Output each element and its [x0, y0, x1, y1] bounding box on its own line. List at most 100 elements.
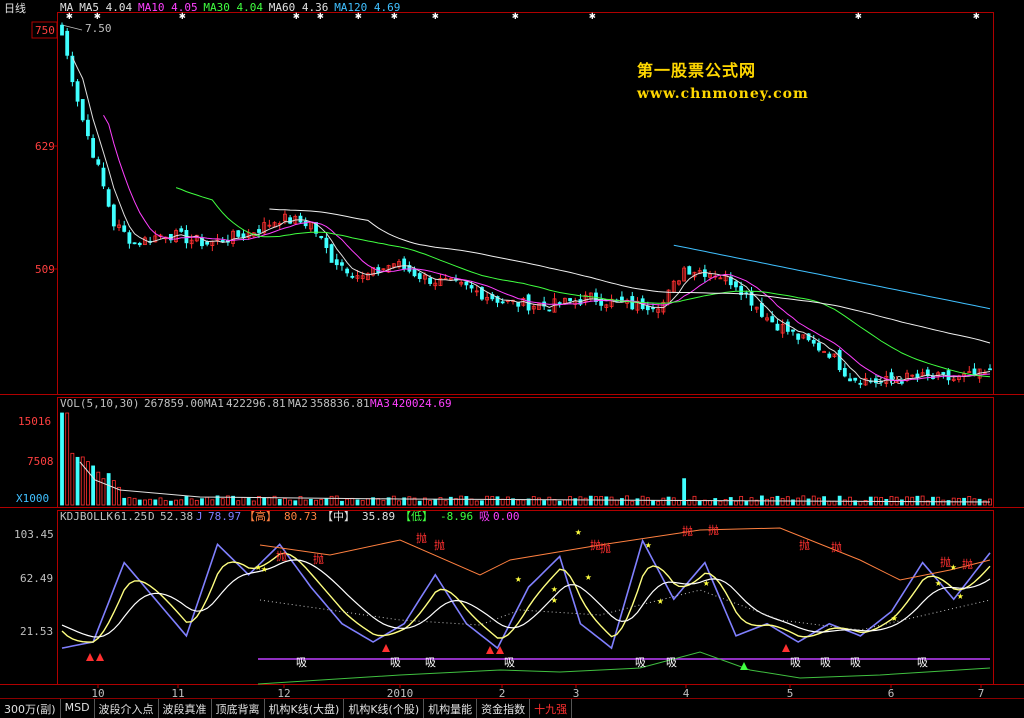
buy-triangle-mark: [86, 653, 94, 661]
kdj-d: 52.38: [160, 510, 193, 523]
pao-mark: 抛: [434, 538, 445, 552]
price-tick-750: 750: [35, 24, 55, 37]
tab-msd[interactable]: MSD: [61, 699, 95, 718]
vol-ma3-label: MA3: [370, 397, 390, 410]
price-tick-629: 629: [35, 140, 55, 153]
kdj-y-axis: 103.45 62.49 21.53: [14, 528, 54, 638]
volume-bar: [889, 496, 894, 506]
vol-tick-mid: 7508: [27, 455, 54, 468]
kdj-d-label: D: [148, 510, 155, 523]
candle-body: [334, 259, 339, 266]
volume-bar: [448, 496, 453, 506]
candle-body: [137, 242, 142, 246]
volume-bar: [241, 497, 246, 506]
ma-legend-item: MA30 4.04: [203, 1, 263, 14]
tab-band-entry[interactable]: 波段介入点: [95, 699, 159, 718]
volume-bar: [70, 452, 75, 506]
volume-bar: [728, 497, 733, 506]
volume-bar: [163, 500, 168, 506]
volume-bar: [345, 498, 350, 506]
candle-body: [86, 119, 90, 137]
high-note: 7.50: [85, 22, 112, 35]
volume-bar: [365, 498, 370, 506]
candle-body: [298, 215, 303, 223]
volume-bar: [397, 500, 401, 506]
candle-body: [122, 225, 127, 232]
volume-bar: [537, 497, 541, 506]
info-mine-icon[interactable]: ✱: [94, 9, 101, 22]
info-mine-icon[interactable]: ✱: [855, 9, 862, 22]
volume-bar: [194, 499, 199, 506]
tab-nineteen-strong[interactable]: 十九强: [530, 699, 573, 718]
candle-body: [874, 378, 878, 384]
info-mine-icon[interactable]: ✱: [179, 9, 186, 22]
volume-bar: [666, 496, 671, 506]
candle-body: [842, 368, 847, 377]
info-mine-icon[interactable]: ✱: [512, 9, 519, 22]
info-mine-icon[interactable]: ✱: [589, 9, 596, 22]
tab-inst-k-market[interactable]: 机构K线(大盘): [265, 699, 345, 718]
volume-bar: [734, 500, 738, 506]
kdj-mid-band: [259, 589, 991, 631]
candle-body: [848, 378, 852, 382]
tab-inst-volume[interactable]: 机构量能: [424, 699, 478, 718]
candle-body: [516, 301, 521, 307]
volume-bar: [931, 496, 935, 506]
xi-mark: 吸: [390, 656, 401, 669]
tab-band-accurate[interactable]: 波段真准: [159, 699, 212, 718]
candle-body: [915, 373, 920, 378]
buy-star-mark: ★: [585, 570, 592, 583]
info-mine-icon[interactable]: ✱: [391, 9, 398, 22]
volume-bar: [718, 500, 723, 506]
volume-bar: [459, 495, 464, 506]
kdj-xi-label: 吸: [479, 510, 490, 523]
volume-bar: [599, 496, 604, 506]
candle-body: [988, 368, 992, 371]
volume-bar: [251, 500, 256, 506]
info-mine-icon[interactable]: ✱: [293, 9, 300, 22]
tab-300w[interactable]: 300万(副): [0, 699, 61, 718]
tab-divergence[interactable]: 顶底背离: [212, 699, 265, 718]
xi-mark: 吸: [850, 656, 861, 669]
volume-bar: [111, 480, 116, 506]
watermark-url: www.chnmoney.com: [637, 86, 809, 102]
volume-bar: [210, 499, 215, 506]
candle-body: [350, 275, 355, 278]
info-mine-icon[interactable]: ✱: [432, 9, 439, 22]
candle-body: [75, 81, 80, 102]
info-mine-icon[interactable]: ✱: [973, 9, 980, 22]
volume-bar: [884, 498, 889, 506]
tab-fund-index[interactable]: 资金指数: [477, 699, 531, 718]
kdj-low: -8.96: [440, 510, 473, 523]
kdj-mid-label: 【中】: [322, 510, 355, 523]
volume-bar: [542, 500, 547, 506]
kdj-name: KDJBOLLK: [60, 510, 113, 523]
xi-mark: 吸: [666, 656, 677, 669]
xi-mark: 吸: [296, 656, 307, 669]
kdj-d-line: [61, 559, 991, 638]
buy-star-mark: ★: [645, 538, 652, 551]
volume-bar: [236, 500, 241, 506]
volume-bar: [568, 496, 572, 506]
ma-legend-item: MA10 4.05: [138, 1, 198, 14]
xi-mark: 吸: [425, 656, 436, 669]
info-mine-icon[interactable]: ✱: [66, 9, 73, 22]
volume-bar: [168, 500, 173, 506]
volume-bar: [340, 500, 344, 506]
pao-mark: 抛: [682, 524, 693, 538]
ma120-line: [673, 244, 991, 310]
buy-star-mark: ★: [957, 589, 964, 602]
info-mine-icon[interactable]: ✱: [355, 9, 362, 22]
info-mine-icon[interactable]: ✱: [317, 9, 324, 22]
tab-inst-k-stock[interactable]: 机构K线(个股): [344, 699, 425, 718]
candle-body: [91, 138, 96, 158]
volume-bar: [490, 496, 495, 506]
volume-bars: [60, 412, 992, 506]
volume-bar: [75, 456, 80, 506]
volume-bar: [651, 500, 655, 506]
vol-tick-max: 15016: [18, 415, 51, 428]
candle-body: [827, 353, 832, 358]
xi-mark: 吸: [790, 656, 801, 669]
volume-bar: [174, 499, 178, 506]
volume-bar: [521, 499, 526, 506]
